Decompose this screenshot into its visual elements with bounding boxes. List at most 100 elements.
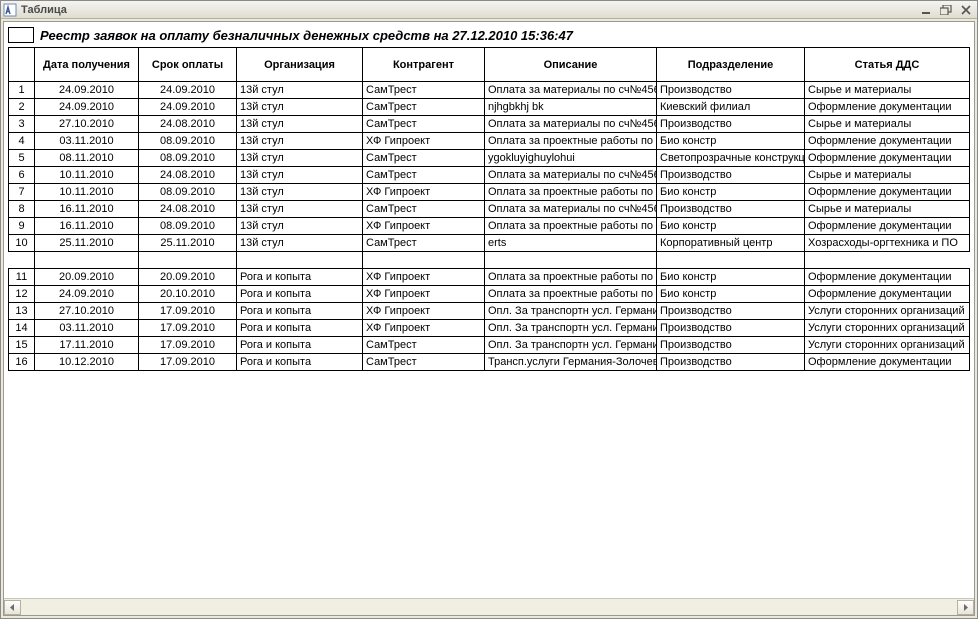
horizontal-scrollbar[interactable] [4, 598, 974, 615]
cell-date-received: 10.12.2010 [35, 354, 139, 371]
cell-department: Био констр [657, 269, 805, 286]
table-body: 124.09.201024.09.201013й стулСамТрестОпл… [9, 82, 970, 371]
cell-organization: Рога и копыта [237, 286, 363, 303]
cell-due-date: 24.08.2010 [139, 167, 237, 184]
cell-due-date: 24.09.2010 [139, 99, 237, 116]
minimize-button[interactable] [917, 3, 935, 17]
num: 4 [9, 133, 35, 150]
cell-organization: 13й стул [237, 167, 363, 184]
cell-counterparty: ХФ Гипроект [363, 286, 485, 303]
cell-description: Оплата за проектные работы по д [485, 218, 657, 235]
cell-date-received: 17.11.2010 [35, 337, 139, 354]
scroll-track[interactable] [21, 600, 957, 615]
cell-department: Киевский филиал [657, 99, 805, 116]
cell-department: Производство [657, 167, 805, 184]
app-icon [3, 3, 17, 17]
num: 11 [9, 269, 35, 286]
cell-due-date: 20.10.2010 [139, 286, 237, 303]
col-date-received: Дата получения [35, 48, 139, 82]
table-row[interactable]: 1610.12.201017.09.2010Рога и копытаСамТр… [9, 354, 970, 371]
col-department: Подразделение [657, 48, 805, 82]
table-row[interactable]: 816.11.201024.08.201013й стулСамТрестОпл… [9, 201, 970, 218]
cell-dds: Оформление документации [805, 99, 970, 116]
cell-organization: 13й стул [237, 201, 363, 218]
cell-due-date: 08.09.2010 [139, 184, 237, 201]
cell-date-received: 03.11.2010 [35, 133, 139, 150]
cell-date-received: 24.09.2010 [35, 286, 139, 303]
cell-department: Био констр [657, 286, 805, 303]
cell-description: erts [485, 235, 657, 252]
col-organization: Организация [237, 48, 363, 82]
num: 6 [9, 167, 35, 184]
cell-organization: Рога и копыта [237, 337, 363, 354]
table-row[interactable]: 1224.09.201020.10.2010Рога и копытаХФ Ги… [9, 286, 970, 303]
table-container: Дата получения Срок оплаты Организация К… [4, 47, 974, 598]
table-row[interactable]: 1403.11.201017.09.2010Рога и копытаХФ Ги… [9, 320, 970, 337]
table-row[interactable]: 1517.11.201017.09.2010Рога и копытаСамТр… [9, 337, 970, 354]
cell-counterparty: ХФ Гипроект [363, 133, 485, 150]
cell-description: ygokluyighuylohui [485, 150, 657, 167]
cell-organization: 13й стул [237, 133, 363, 150]
group-separator [9, 252, 970, 269]
cell-description: Оплата за проектные работы по д [485, 184, 657, 201]
restore-button[interactable] [937, 3, 955, 17]
table-row[interactable]: 610.11.201024.08.201013й стулСамТрестОпл… [9, 167, 970, 184]
table-row[interactable]: 1327.10.201017.09.2010Рога и копытаХФ Ги… [9, 303, 970, 320]
cell-description: Трансп.услуги Германия-Золочев [485, 354, 657, 371]
col-counterparty: Контрагент [363, 48, 485, 82]
cell-date-received: 24.09.2010 [35, 99, 139, 116]
table-row[interactable]: 403.11.201008.09.201013й стулХФ Гипроект… [9, 133, 970, 150]
cell-description: Оплата за материалы по сч№456 [485, 167, 657, 184]
cell-organization: 13й стул [237, 150, 363, 167]
scroll-right-button[interactable] [957, 600, 974, 615]
table-row[interactable]: 1025.11.201025.11.201013й стулСамТрестer… [9, 235, 970, 252]
cell-dds: Сырье и материалы [805, 167, 970, 184]
cell-dds: Услуги сторонних организаций [805, 337, 970, 354]
table-row[interactable]: 1120.09.201020.09.2010Рога и копытаХФ Ги… [9, 269, 970, 286]
cell-dds: Оформление документации [805, 286, 970, 303]
data-table: Дата получения Срок оплаты Организация К… [8, 47, 970, 371]
table-row[interactable]: 224.09.201024.09.201013й стулСамТрестnjh… [9, 99, 970, 116]
num: 2 [9, 99, 35, 116]
table-row[interactable]: 327.10.201024.08.201013й стулСамТрестОпл… [9, 116, 970, 133]
col-description: Описание [485, 48, 657, 82]
table-row[interactable]: 710.11.201008.09.201013й стулХФ Гипроект… [9, 184, 970, 201]
num: 9 [9, 218, 35, 235]
scroll-left-button[interactable] [4, 600, 21, 615]
cell-date-received: 25.11.2010 [35, 235, 139, 252]
num: 10 [9, 235, 35, 252]
cell-dds: Сырье и материалы [805, 116, 970, 133]
cell-description: Опл. За транспортн усл. Германи [485, 320, 657, 337]
cell-department: Производство [657, 337, 805, 354]
cell-organization: 13й стул [237, 235, 363, 252]
col-dds: Статья ДДС [805, 48, 970, 82]
cell-due-date: 24.08.2010 [139, 116, 237, 133]
cell-due-date: 17.09.2010 [139, 303, 237, 320]
num: 12 [9, 286, 35, 303]
cell-counterparty: СамТрест [363, 201, 485, 218]
cell-date-received: 16.11.2010 [35, 218, 139, 235]
cell-due-date: 17.09.2010 [139, 354, 237, 371]
table-row[interactable]: 124.09.201024.09.201013й стулСамТрестОпл… [9, 82, 970, 99]
cell-organization: 13й стул [237, 218, 363, 235]
cell-department: Производство [657, 320, 805, 337]
cell-due-date: 24.08.2010 [139, 201, 237, 218]
cell-dds: Оформление документации [805, 184, 970, 201]
cell-due-date: 24.09.2010 [139, 82, 237, 99]
cell-counterparty: СамТрест [363, 82, 485, 99]
cell-due-date: 08.09.2010 [139, 218, 237, 235]
cell-counterparty: СамТрест [363, 235, 485, 252]
cell-date-received: 10.11.2010 [35, 184, 139, 201]
close-button[interactable] [957, 3, 975, 17]
cell-counterparty: СамТрест [363, 99, 485, 116]
cell-due-date: 17.09.2010 [139, 337, 237, 354]
report-header: Реестр заявок на оплату безналичных дене… [4, 22, 974, 47]
cell-due-date: 17.09.2010 [139, 320, 237, 337]
cell-organization: Рога и копыта [237, 320, 363, 337]
cell-date-received: 08.11.2010 [35, 150, 139, 167]
window-title: Таблица [21, 4, 67, 16]
num: 1 [9, 82, 35, 99]
table-row[interactable]: 916.11.201008.09.201013й стулХФ Гипроект… [9, 218, 970, 235]
table-row[interactable]: 508.11.201008.09.201013й стулСамТрестygo… [9, 150, 970, 167]
cell-date-received: 27.10.2010 [35, 303, 139, 320]
